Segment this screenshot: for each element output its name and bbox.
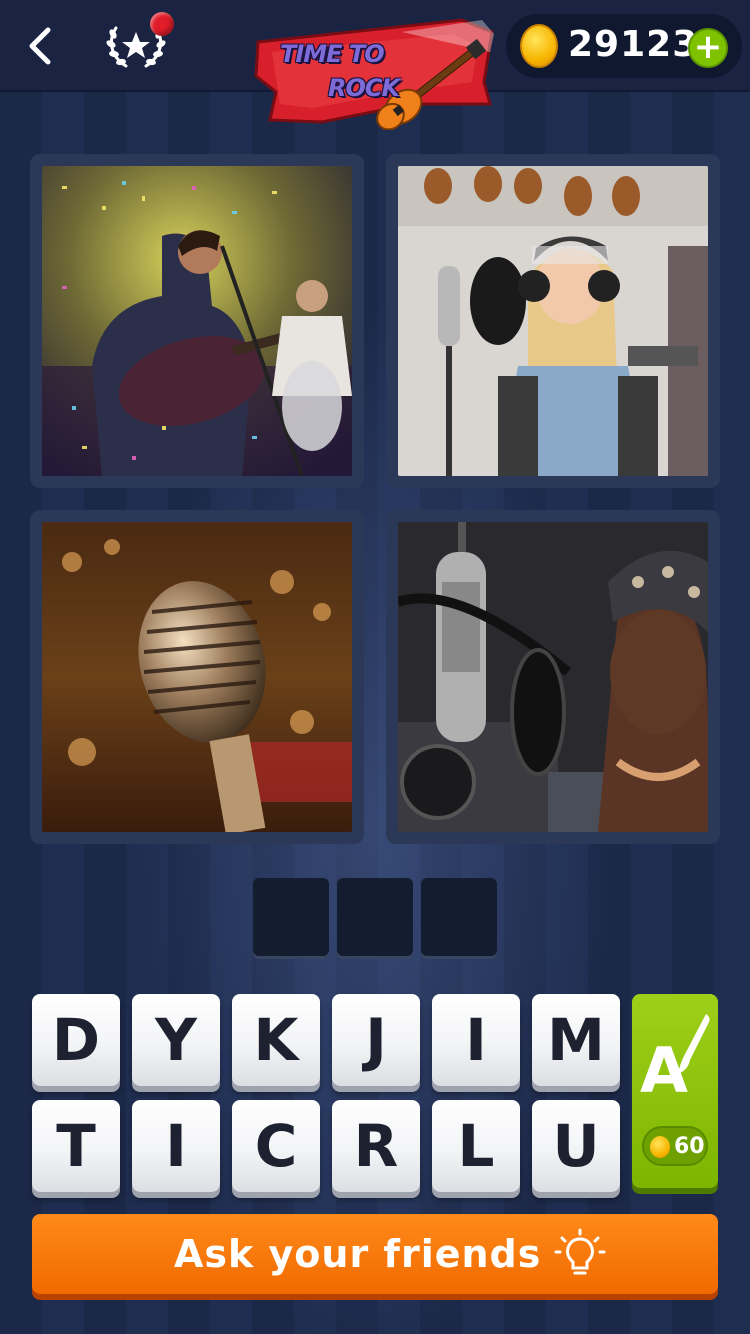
- ribbon-banner-icon: [254, 18, 494, 131]
- puzzle-image-4[interactable]: [386, 510, 720, 844]
- letter-key[interactable]: Y: [132, 994, 220, 1086]
- letter-key[interactable]: D: [32, 994, 120, 1086]
- concert-guitarist-photo: [42, 166, 352, 476]
- coin-icon: [650, 1136, 670, 1158]
- ask-friends-button[interactable]: Ask your friends: [32, 1214, 718, 1294]
- letter-key[interactable]: K: [232, 994, 320, 1086]
- coin-icon: [520, 24, 558, 68]
- coin-balance: 29123: [568, 24, 699, 65]
- notification-dot: [150, 12, 174, 36]
- ask-friends-label: Ask your friends: [174, 1232, 542, 1276]
- hint-cost-badge: 60: [642, 1126, 708, 1166]
- letter-key[interactable]: M: [532, 994, 620, 1086]
- vintage-microphone-photo: [42, 522, 352, 832]
- lightbulb-icon: [554, 1228, 606, 1275]
- puzzle-image-1[interactable]: [30, 154, 364, 488]
- girl-singing-studio-photo: [398, 166, 708, 476]
- letter-key[interactable]: J: [332, 994, 420, 1086]
- reveal-letter-hint-button[interactable]: A 60: [632, 994, 718, 1188]
- letter-key[interactable]: R: [332, 1100, 420, 1192]
- answer-slot-3[interactable]: [421, 878, 497, 956]
- paintbrush-icon: [678, 1014, 710, 1074]
- back-button[interactable]: [22, 26, 62, 66]
- answer-slot-2[interactable]: [337, 878, 413, 956]
- puzzle-image-2[interactable]: [386, 154, 720, 488]
- puzzle-image-3[interactable]: [30, 510, 364, 844]
- letter-key[interactable]: I: [132, 1100, 220, 1192]
- woman-studio-microphone-photo: [398, 522, 708, 832]
- letter-key[interactable]: T: [32, 1100, 120, 1192]
- level-pack-logo: TIME TO ROCK: [252, 12, 498, 131]
- letter-key[interactable]: C: [232, 1100, 320, 1192]
- hint-cost: 60: [674, 1134, 705, 1159]
- letter-key[interactable]: I: [432, 994, 520, 1086]
- add-coins-button[interactable]: +: [688, 28, 728, 68]
- answer-slot-1[interactable]: [253, 878, 329, 956]
- logo-line1: TIME TO: [280, 40, 385, 68]
- letter-key[interactable]: U: [532, 1100, 620, 1192]
- logo-line2: ROCK: [328, 74, 400, 102]
- letter-key[interactable]: L: [432, 1100, 520, 1192]
